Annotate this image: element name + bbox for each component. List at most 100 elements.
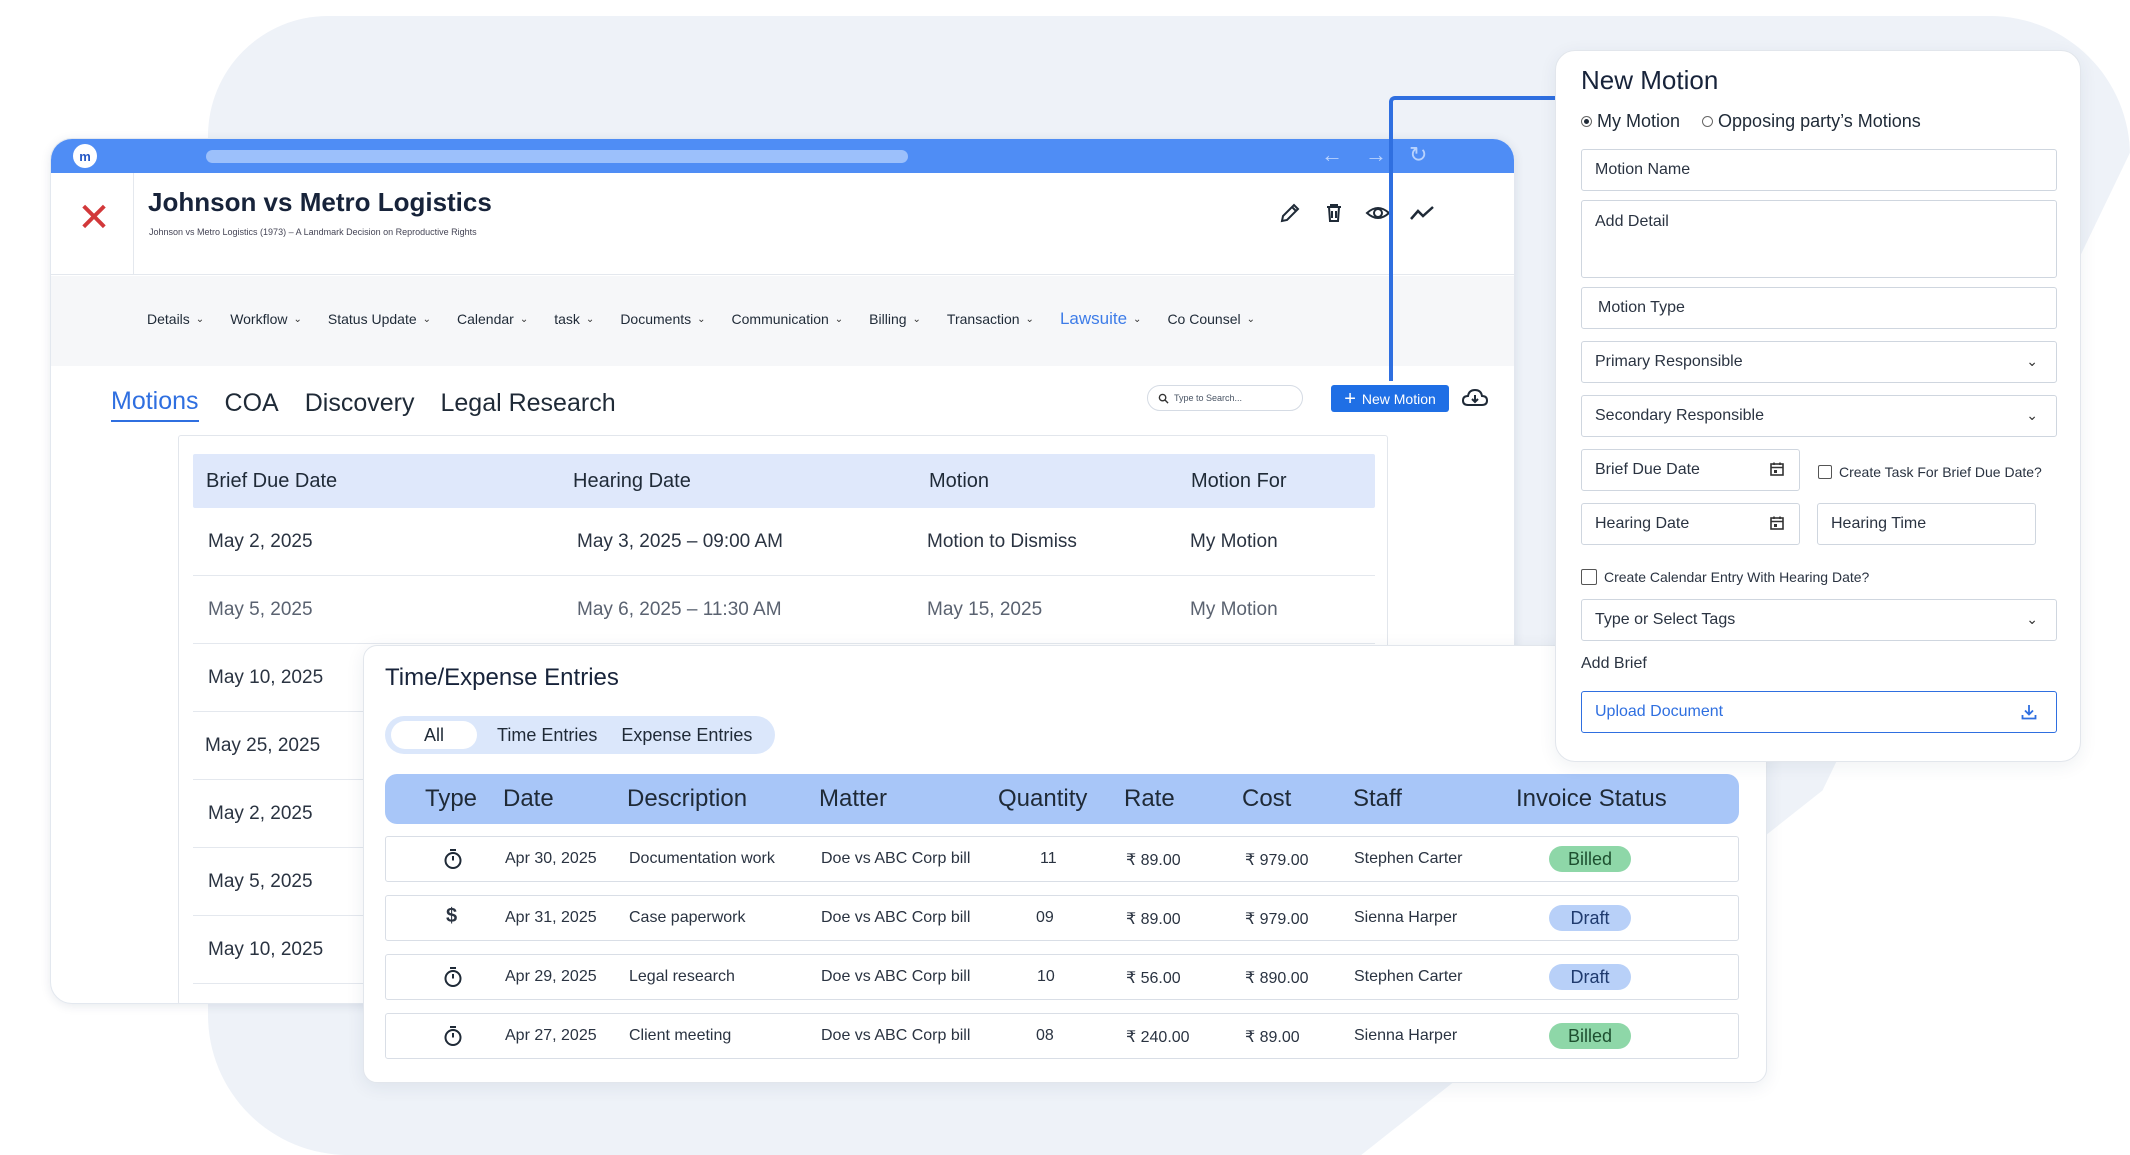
tags-select[interactable]: Type or Select Tags ⌄	[1581, 599, 2057, 641]
nav-status-update[interactable]: Status Update ⌄	[328, 311, 431, 327]
hearing-date-placeholder: Hearing Date	[1595, 515, 1690, 532]
trash-icon[interactable]	[1320, 199, 1348, 227]
download-icon	[2020, 703, 2038, 726]
entry-quantity: 08	[1036, 1027, 1054, 1044]
entry-description: Case paperwork	[629, 909, 746, 926]
search-placeholder: Type to Search...	[1174, 393, 1243, 403]
upload-document-label: Upload Document	[1595, 703, 1724, 720]
brief-due-date-placeholder: Brief Due Date	[1595, 461, 1700, 478]
hearing-time-field[interactable]: Hearing Time	[1817, 503, 2036, 545]
secondary-responsible-select[interactable]: Secondary Responsible ⌄	[1581, 395, 2057, 437]
motion-name-field[interactable]: Motion Name	[1581, 149, 2057, 191]
new-motion-button[interactable]: + New Motion	[1331, 385, 1449, 412]
form-title: New Motion	[1581, 65, 1719, 95]
nav-documents[interactable]: Documents ⌄	[620, 311, 705, 327]
entry-rate: ₹ 89.00	[1126, 852, 1181, 869]
entry-date: Apr 29, 2025	[505, 968, 597, 985]
brief-due-date-field[interactable]: Brief Due Date	[1581, 449, 1800, 491]
radio-my-motion[interactable]: My Motion	[1581, 111, 1680, 132]
nav-transaction[interactable]: Transaction ⌄	[947, 311, 1034, 327]
cloud-download-icon[interactable]	[1461, 387, 1489, 411]
nav-billing[interactable]: Billing ⌄	[869, 311, 921, 327]
nav-items: Details ⌄ Workflow ⌄ Status Update ⌄ Calend…	[147, 309, 1281, 329]
col-motion-for: Motion For	[1191, 469, 1287, 492]
eye-icon[interactable]	[1364, 199, 1392, 227]
tab-motions[interactable]: Motions	[111, 387, 199, 422]
calendar-icon[interactable]	[1769, 515, 1785, 536]
case-title: Johnson vs Metro Logistics	[148, 187, 492, 217]
chevron-down-icon: ⌄	[2026, 407, 2038, 423]
table-row[interactable]: Apr 29, 2025 Legal research Doe vs ABC C…	[385, 954, 1739, 1000]
chevron-down-icon: ⌄	[1025, 313, 1034, 325]
nav-co-counsel[interactable]: Co Counsel ⌄	[1167, 311, 1255, 327]
time-expense-header: Type Date Description Matter Quantity Ra…	[385, 774, 1739, 824]
entry-rate: ₹ 240.00	[1126, 1029, 1190, 1046]
col-cost: Cost	[1242, 785, 1292, 812]
motion-for: My Motion	[1190, 599, 1278, 620]
radio-unselected-icon	[1702, 116, 1714, 127]
secondary-responsible-placeholder: Secondary Responsible	[1595, 407, 1764, 424]
checkbox-box	[1581, 569, 1597, 585]
table-row[interactable]: May 5, 2025 May 6, 2025 – 11:30 AM May 1…	[193, 576, 1375, 644]
back-arrow-icon[interactable]: ←	[1321, 142, 1343, 168]
tab-discovery[interactable]: Discovery	[305, 389, 415, 422]
filter-all[interactable]: All	[391, 721, 477, 749]
nav-calendar[interactable]: Calendar ⌄	[457, 311, 528, 327]
primary-responsible-select[interactable]: Primary Responsible ⌄	[1581, 341, 2057, 383]
radio-opposing-label: Opposing party’s Motions	[1718, 111, 1921, 131]
status-badge: Draft	[1549, 964, 1631, 990]
tab-legal-research[interactable]: Legal Research	[440, 389, 615, 422]
filter-time-entries[interactable]: Time Entries	[485, 725, 609, 746]
filter-expense-entries[interactable]: Expense Entries	[609, 725, 764, 746]
nav-task[interactable]: task ⌄	[554, 311, 594, 327]
table-row[interactable]: Apr 30, 2025 Documentation work Doe vs A…	[385, 836, 1739, 882]
brief-due-date: May 5, 2025	[208, 871, 313, 892]
entry-staff: Stephen Carter	[1354, 968, 1463, 985]
calendar-icon[interactable]	[1769, 461, 1785, 482]
table-row[interactable]: Apr 27, 2025 Client meeting Doe vs ABC C…	[385, 1013, 1739, 1059]
new-motion-form: New Motion My Motion Opposing party’s Mo…	[1555, 50, 2081, 762]
nav-lawsuite[interactable]: Lawsuite ⌄	[1060, 309, 1142, 329]
entry-date: Apr 30, 2025	[505, 850, 597, 867]
case-nav: Details ⌄ Workflow ⌄ Status Update ⌄ Calend…	[51, 276, 1514, 366]
create-task-checkbox[interactable]: Create Task For Brief Due Date?	[1818, 464, 2042, 480]
table-row[interactable]: $ Apr 31, 2025 Case paperwork Doe vs ABC…	[385, 895, 1739, 941]
chevron-down-icon: ⌄	[293, 313, 302, 325]
create-task-label: Create Task For Brief Due Date?	[1839, 464, 2042, 480]
add-detail-field[interactable]: Add Detail	[1581, 200, 2057, 278]
radio-opposing-motions[interactable]: Opposing party’s Motions	[1702, 111, 1921, 132]
chevron-down-icon: ⌄	[585, 313, 595, 325]
hearing-date-field[interactable]: Hearing Date	[1581, 503, 1800, 545]
motion-type-field[interactable]: Motion Type	[1581, 287, 2057, 329]
nav-workflow[interactable]: Workflow ⌄	[230, 311, 302, 327]
case-header: ✕ Johnson vs Metro Logistics Johnson vs …	[51, 173, 1514, 275]
col-hearing-date: Hearing Date	[573, 469, 691, 492]
col-staff: Staff	[1353, 785, 1402, 812]
nav-communication[interactable]: Communication ⌄	[732, 311, 844, 327]
entry-rate: ₹ 56.00	[1126, 970, 1181, 987]
create-calendar-checkbox[interactable]: Create Calendar Entry With Hearing Date?	[1581, 569, 1869, 585]
motion-owner-radio-group: My Motion Opposing party’s Motions	[1581, 111, 1921, 132]
case-subtitle: Johnson vs Metro Logistics (1973) – A La…	[149, 227, 477, 237]
pencil-icon[interactable]	[1276, 199, 1304, 227]
tab-coa[interactable]: COA	[225, 389, 279, 422]
entry-cost: ₹ 890.00	[1245, 970, 1309, 987]
add-brief-label: Add Brief	[1581, 655, 1647, 672]
url-bar[interactable]	[206, 150, 908, 163]
nav-details[interactable]: Details ⌄	[147, 311, 204, 327]
table-row[interactable]: May 2, 2025 May 3, 2025 – 09:00 AM Motio…	[193, 508, 1375, 576]
col-rate: Rate	[1124, 785, 1175, 812]
tags-placeholder: Type or Select Tags	[1595, 611, 1736, 628]
col-invoice-status: Invoice Status	[1516, 785, 1667, 812]
col-brief-due-date: Brief Due Date	[206, 469, 338, 492]
forward-arrow-icon[interactable]: →	[1365, 142, 1387, 168]
chevron-down-icon: ⌄	[1133, 313, 1142, 325]
upload-document-button[interactable]: Upload Document	[1581, 691, 2057, 733]
close-icon[interactable]: ✕	[77, 198, 111, 238]
chevron-down-icon: ⌄	[422, 313, 432, 325]
status-badge: Billed	[1549, 846, 1631, 872]
search-input[interactable]: Type to Search...	[1147, 385, 1303, 411]
entry-description: Legal research	[629, 968, 735, 985]
time-expense-title: Time/Expense Entries	[385, 664, 619, 691]
motions-table-header: Brief Due Date Hearing Date Motion Motio…	[193, 454, 1375, 508]
